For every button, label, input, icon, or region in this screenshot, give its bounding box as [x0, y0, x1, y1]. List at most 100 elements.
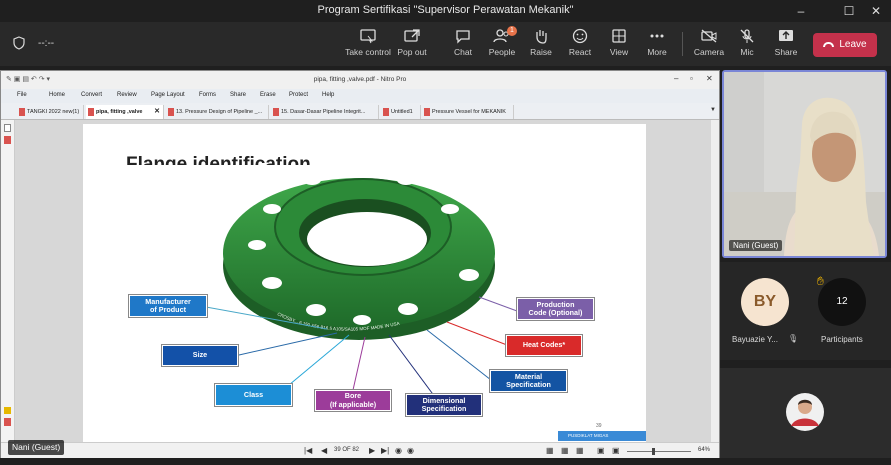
more-icon — [650, 34, 664, 38]
forward-icon[interactable]: ◉ — [407, 446, 414, 455]
pdf-page: Flange identification CROSBY... 6 150 X5… — [83, 124, 646, 442]
label-line: Specification — [506, 380, 551, 389]
minimize-button[interactable]: – — [786, 2, 816, 20]
pdf-icon — [273, 108, 279, 116]
shield-icon — [13, 36, 25, 50]
zoom-slider[interactable] — [627, 448, 691, 455]
menu-home[interactable]: Home — [49, 92, 65, 98]
continuous-view-icon[interactable]: ▦ — [561, 446, 569, 455]
nitro-window-title: pipa, fitting ,valve.pdf - Nitro Pro — [313, 76, 407, 83]
label-dimensional: Dimensional Specification — [406, 394, 482, 416]
pdf-icon — [383, 108, 389, 116]
close-window-button[interactable]: ✕ — [861, 2, 891, 20]
vertical-scrollbar[interactable] — [711, 120, 719, 442]
pop-out-button[interactable]: Pop out — [387, 26, 437, 62]
maximize-button[interactable]: ☐ — [834, 2, 864, 20]
document-tabs: TANGKI 2022 new(1) pipa, fitting ,valve ✕… — [1, 103, 719, 120]
nitro-minimize-button[interactable]: – — [674, 74, 678, 83]
zoom-slider-thumb[interactable] — [652, 448, 655, 455]
take-control-icon — [360, 29, 376, 44]
nitro-restore-button[interactable]: ▫ — [690, 74, 693, 83]
share-button[interactable]: Share — [761, 26, 811, 62]
self-view-tile[interactable] — [720, 368, 891, 458]
label-class: Class — [215, 384, 292, 406]
doc-tab-label: Untitled1 — [391, 109, 413, 115]
doc-tab[interactable]: TANGKI 2022 new(1) — [17, 105, 84, 119]
close-tab-icon[interactable]: ✕ — [154, 105, 160, 119]
leave-button[interactable]: Leave — [813, 33, 877, 57]
menu-review[interactable]: Review — [117, 92, 137, 98]
meeting-timer: --:-- — [38, 38, 55, 49]
pdf-icon — [424, 108, 430, 116]
document-view[interactable]: Flange identification CROSBY... 6 150 X5… — [15, 120, 711, 442]
menu-protect[interactable]: Protect — [289, 92, 308, 98]
back-icon[interactable]: ◉ — [395, 446, 402, 455]
label-bore: Bore (If applicable) — [315, 390, 391, 411]
leave-label: Leave — [839, 39, 867, 50]
menu-page-layout[interactable]: Page Layout — [151, 92, 185, 98]
label-production-code: Production Code (Optional) — [517, 298, 594, 320]
label-line: of Product — [150, 305, 186, 314]
more-label: More — [647, 47, 667, 57]
toolbar-divider — [682, 32, 683, 56]
view-icon — [612, 29, 626, 43]
menu-share[interactable]: Share — [230, 92, 246, 98]
menu-erase[interactable]: Erase — [260, 92, 276, 98]
bookmarks-panel-icon[interactable] — [4, 136, 11, 144]
facing-view-icon[interactable]: ▦ — [576, 446, 584, 455]
doc-tab-label: 13. Pressure Design of Pipeline _... — [176, 109, 263, 115]
doc-tab[interactable]: 13. Pressure Design of Pipeline _... — [166, 105, 269, 119]
pop-out-icon — [404, 29, 420, 42]
label-material: Material Specification — [490, 370, 567, 392]
next-page-icon[interactable]: ▶ — [369, 446, 375, 455]
raised-hand-icon: ✋︎ — [817, 274, 824, 288]
participant-name: Bayuazie Y... — [732, 335, 778, 344]
doc-tab-label: 15. Dasar-Dasar Pipeline Integrit... — [281, 109, 366, 115]
nitro-close-button[interactable]: ✕ — [706, 74, 713, 83]
doc-tab-label: pipa, fitting ,valve — [96, 109, 143, 115]
chat-icon — [456, 30, 470, 44]
window-titlebar: Program Sertifikasi "Supervisor Perawata… — [0, 0, 891, 22]
pages-panel-icon[interactable] — [4, 124, 11, 132]
more-button[interactable]: More — [632, 26, 682, 62]
sharer-name-label: Nani (Guest) — [8, 440, 65, 455]
video-feed — [724, 72, 885, 256]
doc-tab[interactable]: Untitled1 — [381, 105, 421, 119]
doc-tab[interactable]: 15. Dasar-Dasar Pipeline Integrit... — [271, 105, 379, 119]
take-control-button[interactable]: Take control — [343, 26, 393, 62]
participant-video[interactable]: Nani (Guest) — [722, 70, 887, 258]
single-page-view-icon[interactable]: ▦ — [546, 446, 554, 455]
fit-width-icon[interactable]: ▣ — [612, 446, 620, 455]
menu-convert[interactable]: Convert — [81, 92, 102, 98]
footer-tag: PUSDIKLAT MIGAS — [558, 431, 646, 441]
doc-tab-active[interactable]: pipa, fitting ,valve ✕ — [86, 105, 164, 119]
video-participant-name: Nani (Guest) — [729, 240, 783, 251]
previous-page-icon[interactable]: ◀ — [321, 446, 327, 455]
avatar[interactable]: BY — [741, 278, 789, 326]
fit-page-icon[interactable]: ▣ — [597, 446, 605, 455]
label-heat-codes: Heat Codes* — [506, 335, 582, 356]
window-title: Program Sertifikasi "Supervisor Perawata… — [317, 4, 574, 16]
flange-diagram: CROSBY... 6 150 X56 B16.5 A105/SA105 MOF… — [127, 165, 597, 419]
tabs-dropdown-icon[interactable]: ▼ — [710, 107, 716, 113]
participant-tiles: BY Bayuazie Y... 🎙︎ 12 ✋︎ Participants — [720, 262, 891, 360]
menu-forms[interactable]: Forms — [199, 92, 216, 98]
last-page-icon[interactable]: ▶| — [381, 446, 389, 455]
nitro-statusbar: |◀ ◀ 39 OF 82 ▶ ▶| ◉ ◉ ▦ ▦ ▦ ▣ ▣ 64% — [1, 442, 719, 458]
menu-help[interactable]: Help — [322, 92, 334, 98]
comments-panel-icon[interactable] — [4, 407, 11, 414]
self-avatar — [786, 393, 824, 431]
phone-hangup-icon — [823, 41, 835, 47]
meeting-toolbar: --:-- Take control Pop out Chat 1 People… — [0, 22, 891, 66]
menu-file[interactable]: File — [17, 92, 27, 98]
participants-count-avatar[interactable]: 12 — [818, 278, 866, 326]
doc-tab[interactable]: Pressure Vessel for MEKANIK — [422, 105, 514, 119]
participants-label: Participants — [821, 335, 863, 344]
label-line: (If applicable) — [329, 399, 377, 409]
label-size: Size — [162, 345, 238, 366]
mic-muted-icon: 🎙︎ — [788, 334, 799, 343]
attachments-panel-icon[interactable] — [4, 418, 11, 426]
nitro-side-panel — [1, 120, 15, 450]
page-indicator[interactable]: 39 OF 82 — [334, 447, 359, 453]
first-page-icon[interactable]: |◀ — [304, 446, 312, 455]
